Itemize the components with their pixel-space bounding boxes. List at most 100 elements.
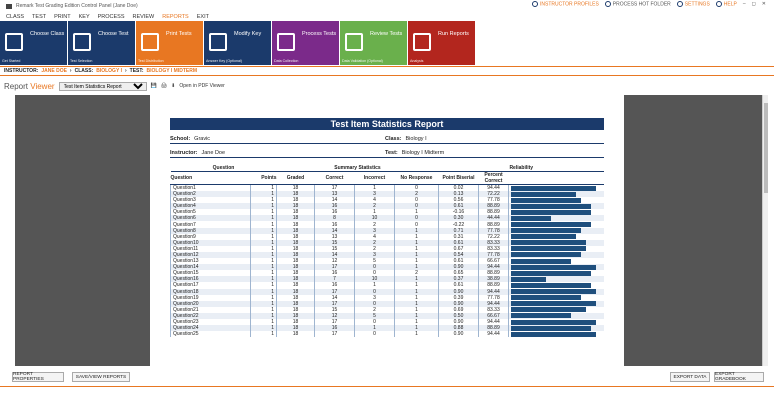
report-page: Test Item Statistics Report School: Gravi… [150,95,624,366]
ribbon: Choose Class Get Started Choose Test Test S… [0,21,774,65]
menu-bar: CLASS TEST PRINT KEY PROCESS REVIEW REPO… [0,12,774,21]
ribbon-tile-6[interactable]: Run Reports Analysis [408,21,475,65]
test-label: TEST: [129,68,144,74]
close-icon[interactable]: ✕ [762,1,766,7]
menu-process[interactable]: PROCESS [98,14,125,20]
tile-label: Review Tests [370,31,403,37]
menu-print[interactable]: PRINT [54,14,71,20]
report-select[interactable]: Test Item Statistics Report [58,81,147,91]
breadcrumb: INSTRUCTOR: JANE DOE › CLASS: BIOLOGY I … [0,66,774,76]
ribbon-tile-2[interactable]: Print Tests Test Distribution [136,21,203,65]
tile-sublabel: Test Distribution [138,59,164,63]
percent-bar [511,331,596,337]
percent-bar [511,228,581,234]
school-value: Gravic [194,135,211,142]
scroll-thumb[interactable] [764,103,768,193]
export-gradebook-button[interactable]: EXPORT GRADEBOOK [714,372,764,382]
instructor-label: INSTRUCTOR: [4,68,39,74]
ribbon-tile-4[interactable]: Process Tests Data Collection [272,21,339,65]
percent-bar [511,307,586,313]
report-properties-button[interactable]: REPORT PROPERTIES [12,372,64,382]
class-label: CLASS: [74,68,94,74]
menu-test[interactable]: TEST [32,14,46,20]
ribbon-tile-1[interactable]: Choose Test Test Selection [68,21,135,65]
table-cell: 17 [314,331,355,338]
bar-cell [508,331,604,338]
process-hot-folder-link[interactable]: PROCESS HOT FOLDER [604,1,671,7]
col-incorrect: Incorrect [354,171,395,185]
open-pdf-link[interactable]: Open in PDF Viewer [179,83,224,89]
instructor-value[interactable]: JANE DOE [41,68,67,74]
percent-bar [511,313,571,319]
info-row-1: School: Gravic Class: Biology I [170,134,604,144]
save-view-reports-button[interactable]: SAVE/VIEW REPORTS [72,372,130,382]
col-graded: Graded [276,171,315,185]
ribbon-tile-3[interactable]: Modify Key Answer Key (Optional) [204,21,271,65]
percent-bar [511,252,581,258]
tile-icon [5,33,23,51]
tile-sublabel: Answer Key (Optional) [206,59,242,63]
report-title: Test Item Statistics Report [170,118,604,130]
download-icon[interactable]: ⬇ [171,83,175,89]
table-row: Question25 1 18 17 0 1 0.90 94.44 [170,331,604,338]
percent-bar [511,222,591,228]
tile-icon [345,33,363,51]
vertical-scrollbar[interactable] [762,95,768,366]
col-pc: Percent Correct [478,171,509,185]
tile-label: Modify Key [234,31,262,37]
print-icon[interactable]: 🖨 [161,83,167,89]
tile-label: Print Tests [166,31,192,37]
ribbon-tile-0[interactable]: Choose Class Get Started [0,21,67,65]
percent-bar [511,209,591,215]
percent-bar [511,185,596,191]
tile-label: Run Reports [438,31,469,37]
percent-bar [511,282,591,288]
stats-table: Question Summary Statistics Reliability … [170,165,604,338]
tile-icon [141,33,159,51]
table-cell: Question25 [170,331,251,338]
tile-label: Choose Class [30,31,65,37]
percent-bar [511,295,581,301]
export-data-button[interactable]: EXPORT DATA [670,372,710,382]
minimize-icon[interactable]: – [743,1,746,7]
help-link[interactable]: HELP [715,1,737,7]
col-bar [508,171,604,185]
window-title: Remark Test Grading Edition Control Pane… [16,3,138,9]
class-report-value: Biology I [405,135,427,142]
class-value[interactable]: BIOLOGY I [96,68,122,74]
tile-label: Choose Test [98,31,129,37]
app-icon [6,3,12,9]
percent-bar [511,270,591,276]
settings-link[interactable]: SETTINGS [676,1,710,7]
restore-icon[interactable]: ◻ [752,1,756,7]
percent-bar [511,215,551,221]
table-cell: 94.44 [478,331,509,338]
tile-sublabel: Data Collection [274,59,299,63]
footer [0,386,774,418]
menu-reports[interactable]: REPORTS [162,14,189,20]
title-bar: Remark Test Grading Edition Control Pane… [0,0,774,12]
col-points: Points [250,171,277,185]
percent-bar [511,246,586,252]
tile-sublabel: Test Selection [70,59,93,63]
ribbon-tile-5[interactable]: Review Tests Data Validation (Optional) [340,21,407,65]
percent-bar [511,264,596,270]
test-value[interactable]: BIOLOGY I MIDTERM [147,68,197,74]
col-correct: Correct [314,171,355,185]
table-cell: 18 [276,331,315,338]
menu-review[interactable]: REVIEW [133,14,155,20]
test-report-value: Biology I Midterm [401,149,445,156]
col-pb: Point Biserial [438,171,479,185]
percent-bar [511,191,576,197]
percent-bar [511,289,596,295]
percent-bar [511,319,596,325]
tile-icon [277,33,295,51]
viewer-toolbar: Report Viewer Test Item Statistics Repor… [0,79,774,93]
menu-key[interactable]: KEY [79,14,90,20]
viewer-label: Report Viewer [4,81,55,91]
percent-bar [511,203,591,209]
save-icon[interactable]: 💾 [151,83,157,89]
menu-exit[interactable]: EXIT [197,14,209,20]
menu-class[interactable]: CLASS [6,14,24,20]
instructor-profiles-link[interactable]: INSTRUCTOR PROFILES [531,1,599,7]
